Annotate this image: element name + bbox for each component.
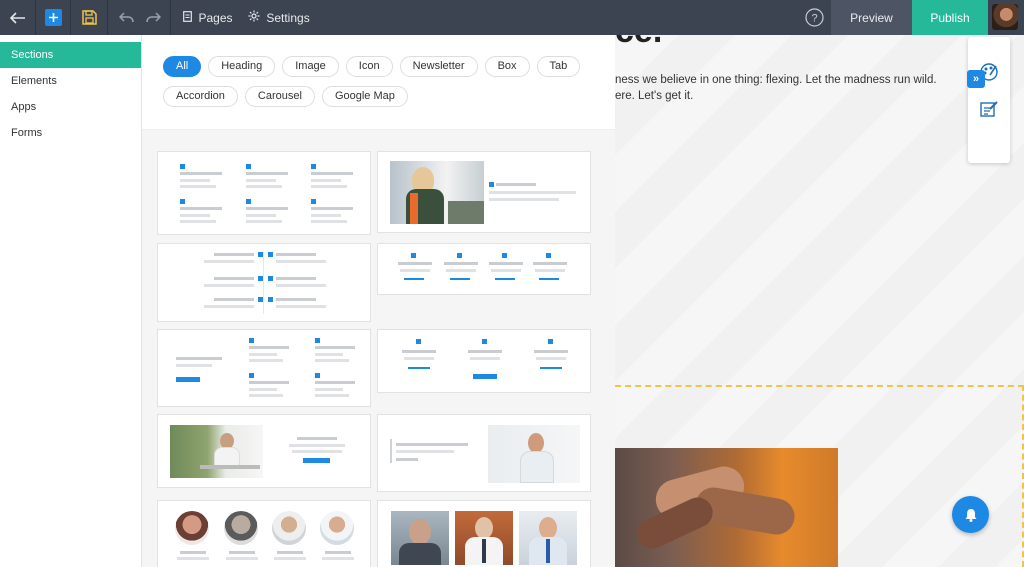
team-photo <box>519 511 577 565</box>
user-avatar[interactable] <box>992 4 1018 30</box>
preview-button[interactable]: Preview <box>831 0 912 35</box>
publish-button[interactable]: Publish <box>912 0 988 35</box>
filter-carousel[interactable]: Carousel <box>244 86 315 107</box>
hero-text-line: ness we believe in one thing: flexing. L… <box>615 74 937 86</box>
filter-heading[interactable]: Heading <box>208 56 276 77</box>
top-toolbar: Pages Settings ? Preview Publish <box>0 0 1024 35</box>
teamwork-hands-image[interactable] <box>615 448 838 567</box>
pages-label: Pages <box>198 10 233 25</box>
filter-accordion[interactable]: Accordion <box>163 86 238 107</box>
section-template-team-round[interactable] <box>157 500 371 567</box>
filter-chips: All Heading Image Icon Newsletter Box Tab Acco… <box>142 35 615 130</box>
page-icon <box>183 10 193 25</box>
section-template-cta-features[interactable] <box>157 329 371 407</box>
collapse-panel-icon[interactable]: » <box>967 70 985 88</box>
hero-heading: ce. <box>615 35 735 47</box>
gear-icon <box>248 10 260 25</box>
save-icon[interactable] <box>71 0 107 35</box>
team-avatar <box>175 511 209 545</box>
section-template-team-photos[interactable] <box>377 500 591 567</box>
filter-box[interactable]: Box <box>484 56 530 77</box>
help-icon[interactable]: ? <box>803 0 825 35</box>
team-photo <box>391 511 449 565</box>
left-sidebar: Sections Elements Apps Forms <box>0 35 142 567</box>
right-tool-panel <box>968 37 1010 163</box>
settings-label: Settings <box>266 10 310 25</box>
filter-google-map[interactable]: Google Map <box>321 86 408 107</box>
team-avatar <box>320 511 354 545</box>
sidebar-item-apps[interactable]: Apps <box>0 94 141 120</box>
section-template-feature-grid[interactable] <box>157 151 371 235</box>
sidebar-item-forms[interactable]: Forms <box>0 120 141 146</box>
hero-paragraph: ness we believe in one thing: flexing. L… <box>615 72 955 104</box>
plus-icon <box>44 9 62 26</box>
section-template-text-image[interactable] <box>377 414 591 492</box>
team-avatar <box>272 511 306 545</box>
team-avatar <box>224 511 258 545</box>
pages-menu[interactable]: Pages <box>182 0 234 35</box>
woman-photo <box>390 161 484 224</box>
section-template-timeline[interactable] <box>157 243 371 322</box>
filter-tab[interactable]: Tab <box>536 56 581 77</box>
filter-icon[interactable]: Icon <box>345 56 393 77</box>
filter-all[interactable]: All <box>163 56 202 77</box>
sidebar-item-sections[interactable]: Sections <box>0 42 141 68</box>
section-template-three-columns[interactable] <box>377 329 591 393</box>
hero-text-line: ere. Let's get it. <box>615 90 694 102</box>
notification-bell-icon[interactable] <box>952 496 989 533</box>
add-element-button[interactable] <box>36 0 70 35</box>
team-photo <box>455 511 513 565</box>
sidebar-item-elements[interactable]: Elements <box>0 68 141 94</box>
filter-newsletter[interactable]: Newsletter <box>399 56 478 77</box>
edit-note-icon[interactable] <box>979 99 999 122</box>
section-template-image-text[interactable] <box>377 151 591 233</box>
svg-text:?: ? <box>811 13 817 25</box>
undo-icon[interactable] <box>113 0 139 35</box>
section-template-four-columns[interactable] <box>377 243 591 295</box>
man-portrait-photo <box>488 425 580 483</box>
office-woman-photo <box>170 425 263 478</box>
section-template-image-cta[interactable] <box>157 414 371 488</box>
settings-menu[interactable]: Settings <box>248 0 310 35</box>
back-arrow-icon[interactable] <box>0 0 35 35</box>
redo-icon[interactable] <box>140 0 166 35</box>
sections-panel: All Heading Image Icon Newsletter Box Tab Acco… <box>142 35 615 567</box>
filter-image[interactable]: Image <box>282 56 339 77</box>
